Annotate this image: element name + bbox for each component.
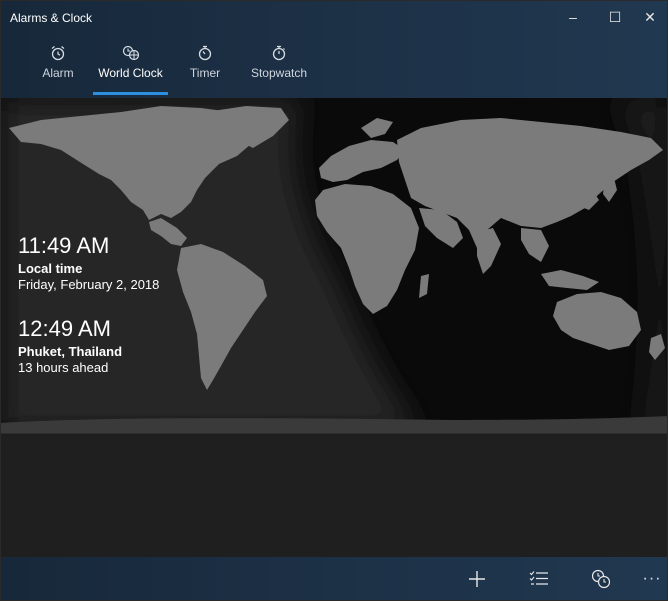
window-title: Alarms & Clock	[10, 11, 93, 25]
tab-bar: Alarm World Clock Timer Stopwatch	[1, 41, 667, 98]
local-date: Friday, February 2, 2018	[18, 277, 160, 292]
city-name: Phuket, Thailand	[18, 344, 123, 359]
city-offset: 13 hours ahead	[18, 360, 109, 375]
compare-button[interactable]	[581, 557, 621, 600]
tab-label: Stopwatch	[250, 66, 308, 80]
maximize-button[interactable]: ☐	[600, 5, 630, 29]
select-mode-button[interactable]	[519, 557, 559, 600]
checklist-icon	[529, 570, 548, 585]
tab-alarm[interactable]: Alarm	[39, 41, 77, 98]
tab-label: World Clock	[98, 66, 163, 80]
stopwatch-icon	[249, 45, 309, 63]
city-clock[interactable]: 12:49 AM Phuket, Thailand 13 hours ahead	[18, 316, 122, 376]
tab-timer[interactable]: Timer	[186, 41, 224, 98]
alarm-clock-icon	[39, 45, 77, 63]
tab-label: Timer	[189, 66, 221, 80]
more-button[interactable]: ···	[637, 557, 667, 600]
add-city-button[interactable]	[457, 557, 497, 600]
title-bar: Alarms & Clock – ☐ ✕ Alarm World Clock T…	[1, 1, 667, 98]
empty-list-area	[1, 433, 667, 560]
plus-icon	[469, 570, 485, 587]
compare-clocks-icon	[591, 569, 611, 588]
tab-world-clock[interactable]: World Clock	[93, 41, 168, 98]
local-place: Local time	[18, 261, 83, 276]
world-map: 11:49 AM Local time Friday, February 2, …	[1, 98, 667, 433]
local-time: 11:49 AM	[18, 233, 110, 258]
globe-clock-icon	[93, 45, 168, 63]
minimize-button[interactable]: –	[558, 5, 588, 29]
tab-stopwatch[interactable]: Stopwatch	[249, 41, 309, 98]
timer-icon	[186, 45, 224, 63]
city-time: 12:49 AM	[18, 316, 111, 341]
close-button[interactable]: ✕	[635, 5, 665, 29]
active-tab-indicator	[93, 92, 168, 95]
tab-label: Alarm	[42, 66, 74, 80]
command-bar: ···	[1, 557, 667, 600]
local-clock[interactable]: 11:49 AM Local time Friday, February 2, …	[18, 233, 159, 293]
app-window: Alarms & Clock – ☐ ✕ Alarm World Clock T…	[0, 0, 668, 601]
